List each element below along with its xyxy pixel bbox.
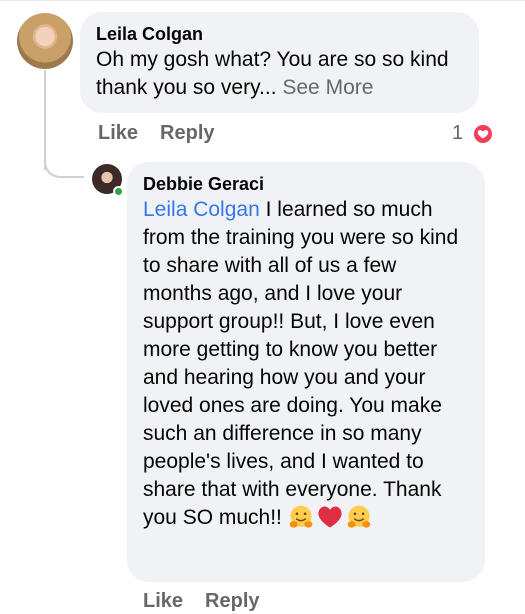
red-heart-emoji bbox=[318, 506, 342, 528]
like-button[interactable]: Like bbox=[98, 122, 138, 145]
comment-actions: Like Reply bbox=[143, 590, 260, 613]
comment-bubble-debbie: Debbie Geraci Leila Colgan I learned so … bbox=[127, 162, 485, 582]
hugging-face-emoji bbox=[347, 505, 371, 528]
love-reaction-icon[interactable] bbox=[472, 123, 494, 145]
avatar-leila-colgan[interactable] bbox=[17, 13, 73, 69]
comment-text: Leila Colgan I learned so much from the … bbox=[143, 196, 469, 532]
comment-body: I learned so much from the training you … bbox=[143, 198, 459, 529]
reply-button[interactable]: Reply bbox=[160, 122, 214, 145]
reply-button[interactable]: Reply bbox=[205, 590, 259, 613]
reaction-count[interactable]: 1 bbox=[452, 122, 463, 145]
heart-icon bbox=[477, 130, 489, 139]
thread-connector-curve bbox=[44, 150, 84, 178]
comment-text: Oh my gosh what? You are so so kind than… bbox=[96, 46, 463, 102]
comment-body: Oh my gosh what? You are so so kind than… bbox=[96, 48, 449, 99]
comment-bubble-leila: Leila Colgan Oh my gosh what? You are so… bbox=[80, 12, 479, 113]
comment-actions: Like Reply bbox=[98, 122, 215, 145]
see-more-link[interactable]: See More bbox=[282, 76, 373, 99]
comment-author[interactable]: Leila Colgan bbox=[96, 22, 463, 46]
mention-link[interactable]: Leila Colgan bbox=[143, 198, 260, 221]
top-divider bbox=[0, 0, 525, 1]
hugging-face-emoji bbox=[289, 505, 313, 528]
like-button[interactable]: Like bbox=[143, 590, 183, 613]
online-status-dot bbox=[113, 186, 124, 197]
comment-author[interactable]: Debbie Geraci bbox=[143, 172, 469, 196]
